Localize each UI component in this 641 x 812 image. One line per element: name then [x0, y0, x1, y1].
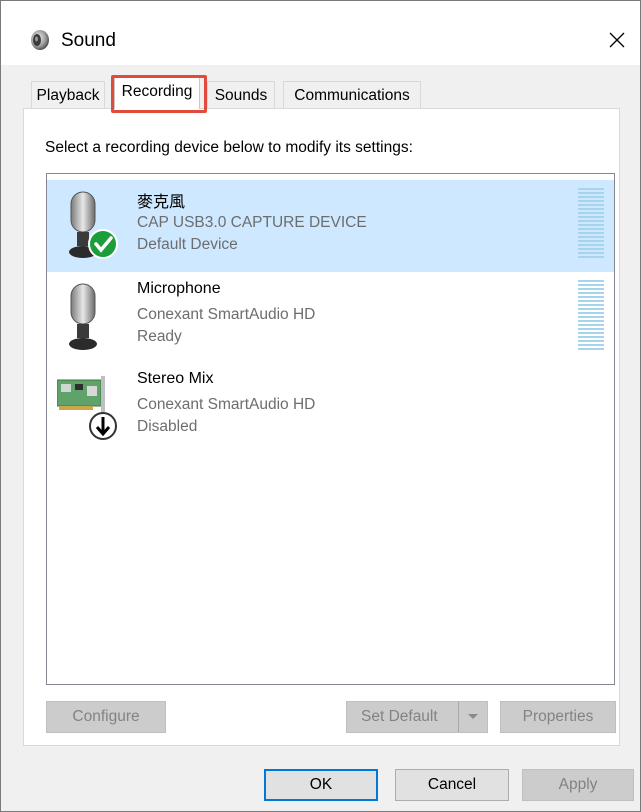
tab-communications[interactable]: Communications [283, 81, 421, 108]
ok-button[interactable]: OK [264, 769, 378, 801]
sound-card-icon [57, 376, 117, 440]
level-meter [578, 280, 604, 352]
properties-button[interactable]: Properties [500, 701, 616, 733]
tab-sounds[interactable]: Sounds [207, 81, 275, 108]
device-description: Conexant SmartAudio HD [137, 306, 316, 323]
device-row-microphone[interactable]: Microphone Conexant SmartAudio HD Ready [47, 272, 614, 364]
sound-dialog: Sound Playback Recording Sounds Communic… [0, 0, 641, 812]
cancel-button[interactable]: Cancel [395, 769, 509, 801]
level-meter [578, 188, 604, 260]
set-default-label: Set Default [361, 708, 438, 725]
instructions-text: Select a recording device below to modif… [45, 139, 413, 156]
close-icon [609, 32, 625, 48]
speaker-icon [31, 30, 49, 50]
device-description: CAP USB3.0 CAPTURE DEVICE [137, 214, 367, 231]
recording-panel: Select a recording device below to modif… [23, 108, 620, 746]
apply-button[interactable]: Apply [522, 769, 634, 801]
device-row-mic-cap[interactable]: 麥克風 CAP USB3.0 CAPTURE DEVICE Default De… [47, 180, 614, 272]
set-default-dropdown[interactable] [458, 702, 487, 732]
tab-recording[interactable]: Recording [114, 77, 200, 109]
default-check-icon [88, 229, 118, 259]
device-row-stereo-mix[interactable]: Stereo Mix Conexant SmartAudio HD Disabl… [47, 362, 614, 454]
device-description: Conexant SmartAudio HD [137, 396, 316, 413]
device-name: Stereo Mix [137, 370, 214, 387]
device-status: Ready [137, 328, 182, 345]
device-status: Disabled [137, 418, 198, 435]
device-name: Microphone [137, 280, 221, 297]
chevron-down-icon [468, 714, 478, 719]
device-name: 麥克風 [137, 194, 186, 211]
microphone-icon [69, 191, 118, 259]
device-list[interactable]: 麥克風 CAP USB3.0 CAPTURE DEVICE Default De… [46, 173, 615, 685]
configure-button[interactable]: Configure [46, 701, 166, 733]
close-button[interactable] [600, 23, 634, 57]
microphone-icon [69, 283, 97, 350]
tab-playback[interactable]: Playback [31, 81, 105, 108]
set-default-button[interactable]: Set Default [346, 701, 488, 733]
window-title: Sound [61, 30, 116, 51]
title-bar[interactable]: Sound [1, 1, 640, 65]
device-status: Default Device [137, 236, 238, 253]
